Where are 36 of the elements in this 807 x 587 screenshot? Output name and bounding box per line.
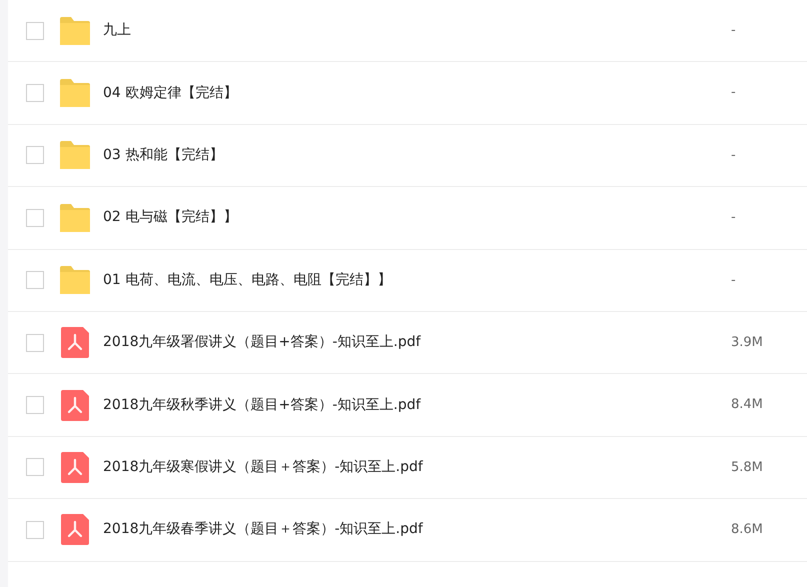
folder-icon — [60, 141, 90, 170]
file-name[interactable]: 2018九年级寒假讲义（题目＋答案）-知识至上.pdf — [103, 456, 423, 478]
file-size: 5.8M — [731, 458, 764, 477]
folder-icon — [60, 16, 90, 45]
folder-icon — [60, 266, 90, 294]
pdf-file-icon — [61, 390, 89, 421]
pdf-file-icon — [61, 514, 89, 546]
file-size: 8.4M — [731, 396, 764, 414]
checkbox[interactable] — [26, 396, 44, 414]
folder-icon — [60, 204, 90, 232]
checkbox[interactable] — [26, 84, 44, 102]
file-name[interactable]: 2018九年级署假讲义（题目+答案）-知识至上.pdf — [103, 332, 421, 354]
file-name[interactable]: 2018九年级秋季讲义（题目+答案）-知识至上.pdf — [103, 394, 421, 416]
file-size: - — [731, 272, 737, 290]
checkbox[interactable] — [26, 334, 44, 352]
file-size: - — [731, 209, 737, 228]
file-size: 8.6M — [731, 521, 764, 540]
file-size: - — [731, 22, 737, 40]
file-name[interactable]: 03 热和能【完结】 — [103, 144, 224, 166]
file-name[interactable]: 2018九年级春季讲义（题目＋答案）-知识至上.pdf — [103, 519, 423, 540]
file-size: 3.9M — [731, 334, 764, 352]
file-name[interactable]: 01 电荷、电流、电压、电路、电阻【完结】】 — [103, 270, 392, 291]
checkbox[interactable] — [26, 208, 44, 227]
folder-icon — [60, 79, 90, 108]
checkbox[interactable] — [26, 271, 44, 290]
file-name[interactable]: 04 欧姆定律【完结】 — [103, 82, 238, 104]
checkbox[interactable] — [26, 146, 44, 164]
file-size: - — [731, 146, 737, 165]
pdf-file-icon — [61, 452, 89, 483]
file-size: - — [731, 84, 737, 102]
checkbox[interactable] — [26, 458, 44, 476]
checkbox[interactable] — [26, 22, 44, 40]
file-name[interactable]: 02 电与磁【完结】】 — [103, 207, 238, 228]
pdf-file-icon — [61, 327, 89, 358]
file-name[interactable]: 九上 — [103, 20, 131, 42]
checkbox[interactable] — [26, 520, 44, 539]
